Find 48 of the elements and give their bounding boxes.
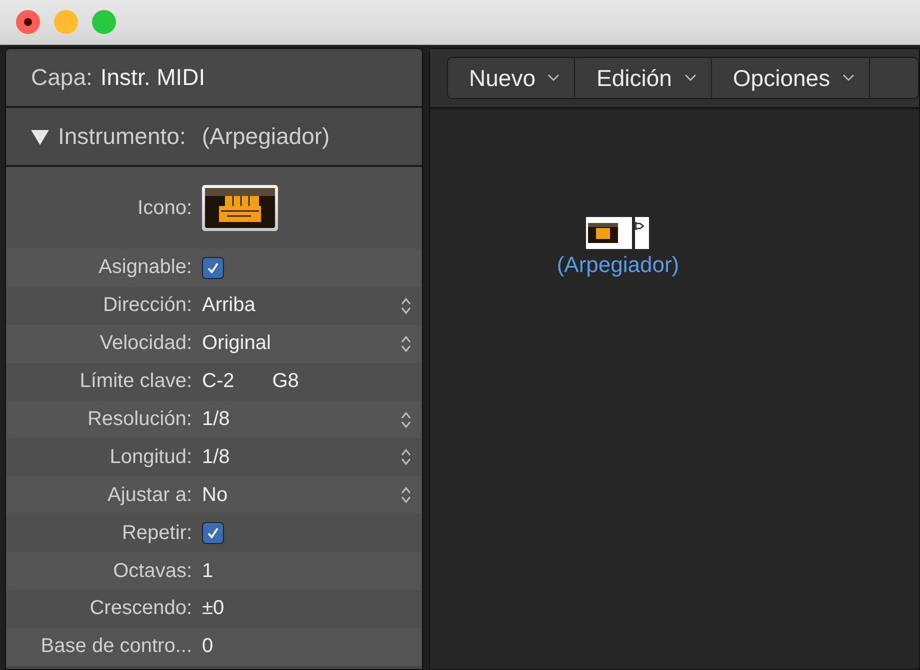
field-label: Dirección: xyxy=(102,294,192,318)
field-label: Base de contro... xyxy=(40,635,192,658)
popup-menu[interactable]: 1/8 xyxy=(202,446,230,469)
value-field[interactable]: ±0 xyxy=(202,597,224,620)
field-label: Resolución: xyxy=(86,408,192,431)
value-field[interactable]: 0 xyxy=(202,635,214,658)
field-label: Octavas: xyxy=(112,560,192,583)
object-node[interactable] xyxy=(586,217,632,249)
node-label[interactable]: (Arpegiador) xyxy=(538,252,698,278)
popup-menu[interactable]: Original xyxy=(202,332,271,356)
menu-button[interactable]: Nuevo xyxy=(448,58,576,98)
section-value: (Arpegiador) xyxy=(202,123,330,150)
updown-arrows-icon xyxy=(400,447,412,468)
value-field[interactable]: 1 xyxy=(202,560,214,583)
close-button[interactable] xyxy=(16,10,40,34)
checkbox[interactable] xyxy=(202,256,224,279)
instrument-icon-button[interactable] xyxy=(202,185,278,231)
field-label: Velocidad: xyxy=(98,332,192,356)
popup-menu[interactable]: 1/8 xyxy=(202,408,230,431)
popup-menu[interactable]: No xyxy=(202,484,228,507)
range-high[interactable]: G8 xyxy=(272,370,299,394)
arpeggiator-icon xyxy=(205,188,275,228)
field-label: Crescendo: xyxy=(88,597,192,620)
updown-arrows-icon xyxy=(400,296,412,316)
popup-menu[interactable]: Arriba xyxy=(202,294,256,318)
layer-label: Capa: xyxy=(31,64,92,91)
port-arrow-icon xyxy=(635,221,645,231)
arpeggiator-icon xyxy=(588,223,618,243)
output-port[interactable] xyxy=(635,217,649,249)
range-low[interactable]: C-2 xyxy=(202,370,234,394)
field-label: Ajustar a: xyxy=(106,484,192,507)
field-label: Límite clave: xyxy=(78,370,192,394)
field-label: Repetir: xyxy=(120,522,192,545)
menu-button[interactable]: Edición xyxy=(575,58,712,98)
menu-button[interactable]: Opciones xyxy=(712,58,870,98)
checkbox[interactable] xyxy=(202,522,224,544)
chevron-down-icon xyxy=(684,74,697,82)
chevron-down-icon xyxy=(842,74,856,82)
updown-arrows-icon xyxy=(400,334,412,354)
checkmark-icon xyxy=(205,525,221,542)
field-label: Icono: xyxy=(136,196,192,220)
updown-arrows-icon xyxy=(400,485,412,506)
chevron-down-icon xyxy=(547,74,560,82)
section-label: Instrumento: xyxy=(58,123,186,150)
layer-value: Instr. MIDI xyxy=(100,64,206,91)
field-label: Longitud: xyxy=(108,446,192,469)
field-label: Asignable: xyxy=(98,256,192,280)
updown-arrows-icon xyxy=(400,410,412,430)
